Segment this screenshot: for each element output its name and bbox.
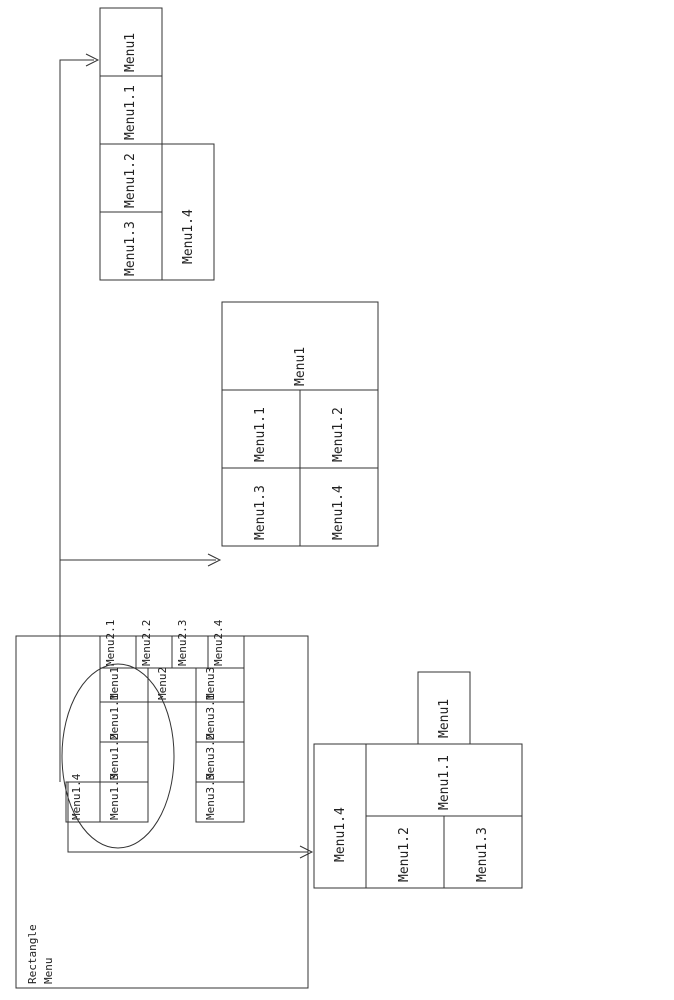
svg-text:Menu2.3: Menu2.3: [176, 620, 189, 666]
svg-text:Menu1.2: Menu1.2: [331, 407, 346, 462]
svg-text:Menu3.1: Menu3.1: [204, 694, 217, 740]
svg-text:Menu1.1: Menu1.1: [123, 85, 138, 140]
svg-text:Menu2.4: Menu2.4: [212, 619, 225, 666]
svg-text:Menu1.4: Menu1.4: [331, 485, 346, 540]
svg-text:Menu1.4: Menu1.4: [181, 209, 196, 264]
svg-text:Menu1.2: Menu1.2: [123, 153, 138, 208]
svg-text:Menu1.4: Menu1.4: [333, 807, 348, 862]
title-line1: Rectangle: [26, 924, 39, 984]
title-line2: Menu: [42, 958, 55, 985]
src-row2: Menu1 Menu2 Menu3: [100, 667, 244, 702]
svg-text:Menu2: Menu2: [156, 667, 169, 700]
panel-b: Menu1 Menu1.1 Menu1.2 Menu1.3 Menu1.4: [222, 302, 378, 546]
svg-text:Menu1.3: Menu1.3: [253, 485, 268, 540]
svg-text:Menu1.3: Menu1.3: [108, 774, 121, 820]
svg-text:Menu3.2: Menu3.2: [204, 734, 217, 780]
svg-text:Menu2.2: Menu2.2: [140, 620, 153, 666]
svg-text:Menu1.3: Menu1.3: [123, 221, 138, 276]
svg-text:Menu1.1: Menu1.1: [253, 407, 268, 462]
svg-text:Menu3.3: Menu3.3: [204, 774, 217, 820]
svg-text:Menu1.2: Menu1.2: [397, 827, 412, 882]
svg-text:Menu1.2: Menu1.2: [108, 734, 121, 780]
panel-a: Menu1 Menu1.1 Menu1.4 Menu1.2 Menu1.3: [314, 672, 522, 888]
src-menu3-children: Menu3.1 Menu3.2 Menu3.3: [196, 694, 244, 822]
svg-text:Menu1: Menu1: [437, 699, 452, 738]
svg-text:Menu2.1: Menu2.1: [104, 620, 117, 666]
svg-text:Menu1.1: Menu1.1: [437, 755, 452, 810]
panel-c: Menu1 Menu1.1 Menu1.2 Menu1.3 Menu1.4: [100, 8, 214, 280]
src-row1: Menu2.1 Menu2.2 Menu2.3 Menu2.4: [100, 619, 244, 668]
svg-text:Menu1: Menu1: [293, 347, 308, 386]
svg-text:Menu1.4: Menu1.4: [70, 773, 83, 820]
svg-text:Menu1.3: Menu1.3: [475, 827, 490, 882]
svg-text:Menu1: Menu1: [123, 33, 138, 72]
svg-text:Menu1.1: Menu1.1: [108, 694, 121, 740]
